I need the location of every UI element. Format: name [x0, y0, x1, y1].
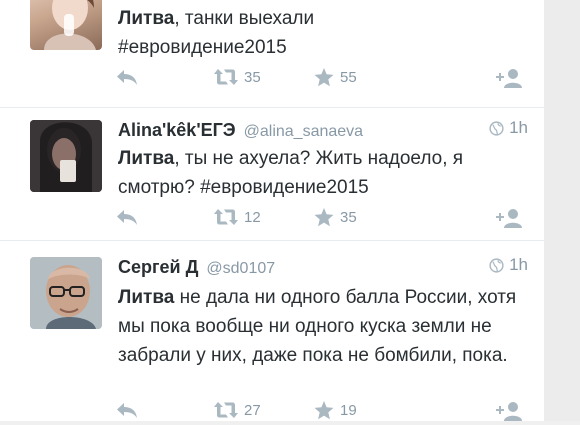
- mention-link[interactable]: Литва: [118, 8, 174, 29]
- timestamp[interactable]: 1h: [489, 118, 528, 138]
- follow-button[interactable]: [496, 68, 522, 88]
- tweet-text: Литва, ты не ахуела? Жить надоело, я смо…: [118, 148, 464, 198]
- reply-button[interactable]: [116, 208, 138, 226]
- retweet-icon: [214, 402, 238, 418]
- avatar-photo: [30, 120, 102, 192]
- avatar[interactable]: [30, 257, 102, 329]
- retweet-count: 27: [244, 401, 261, 419]
- display-name[interactable]: Сергей Д: [118, 257, 198, 278]
- star-icon: [314, 401, 334, 420]
- reply-button[interactable]: [116, 68, 138, 86]
- globe-icon: [489, 257, 504, 273]
- globe-icon: [489, 120, 504, 136]
- retweet-count: 35: [244, 68, 261, 86]
- star-icon: [314, 68, 334, 87]
- tweet-header: Alina'kêk'ЕГЭ @alina_sanaeva 1h: [118, 118, 528, 141]
- mention-link[interactable]: Литва: [118, 148, 174, 169]
- star-icon: [314, 208, 334, 227]
- favorite-button[interactable]: 55: [314, 68, 357, 87]
- retweet-button[interactable]: 27: [214, 401, 261, 419]
- favorite-count: 55: [340, 69, 357, 86]
- avatar-photo: [30, 257, 102, 329]
- retweet-button[interactable]: 35: [214, 68, 261, 86]
- mention-link[interactable]: Литва: [118, 287, 174, 308]
- tweet-2[interactable]: Alina'kêk'ЕГЭ @alina_sanaeva 1h Литва, т…: [0, 108, 544, 241]
- follow-icon: [496, 402, 522, 421]
- tweet-actions: 27 19: [116, 401, 526, 425]
- retweet-button[interactable]: 12: [214, 208, 261, 226]
- reply-icon: [117, 210, 137, 225]
- favorite-button[interactable]: 35: [314, 208, 357, 227]
- avatar-photo: [44, 0, 96, 50]
- tweet-actions: 12 35: [116, 208, 526, 232]
- tweet-text: Литва, танки выехали #евровидение2015: [118, 8, 315, 58]
- tweet-feed: Литва, танки выехали #евровидение2015 35…: [0, 0, 544, 421]
- follow-icon: [496, 69, 522, 88]
- retweet-count: 12: [244, 208, 261, 226]
- retweet-icon: [214, 209, 238, 225]
- follow-icon: [496, 209, 522, 228]
- tweet-text: Литва не дала ни одного балла России, хо…: [118, 287, 517, 366]
- favorite-button[interactable]: 19: [314, 401, 357, 420]
- reply-icon: [117, 70, 137, 85]
- retweet-icon: [214, 69, 238, 85]
- tweet-1[interactable]: Литва, танки выехали #евровидение2015 35…: [0, 0, 544, 108]
- favorite-count: 35: [340, 209, 357, 226]
- avatar[interactable]: [30, 120, 102, 192]
- favorite-count: 19: [340, 402, 357, 419]
- timestamp[interactable]: 1h: [489, 255, 528, 275]
- display-name[interactable]: Alina'kêk'ЕГЭ: [118, 120, 236, 141]
- avatar[interactable]: [30, 0, 102, 50]
- reply-button[interactable]: [116, 401, 138, 419]
- tweet-3[interactable]: Сергей Д @sd0107 1h Литва не дала ни одн…: [0, 241, 544, 421]
- tweet-actions: 35 55: [116, 68, 526, 92]
- follow-button[interactable]: [496, 208, 522, 228]
- page-background: [544, 0, 580, 421]
- follow-button[interactable]: [496, 401, 522, 421]
- tweet-header: Сергей Д @sd0107 1h: [118, 255, 528, 278]
- username[interactable]: @alina_sanaeva: [244, 123, 363, 141]
- username[interactable]: @sd0107: [206, 260, 275, 278]
- reply-icon: [117, 403, 137, 418]
